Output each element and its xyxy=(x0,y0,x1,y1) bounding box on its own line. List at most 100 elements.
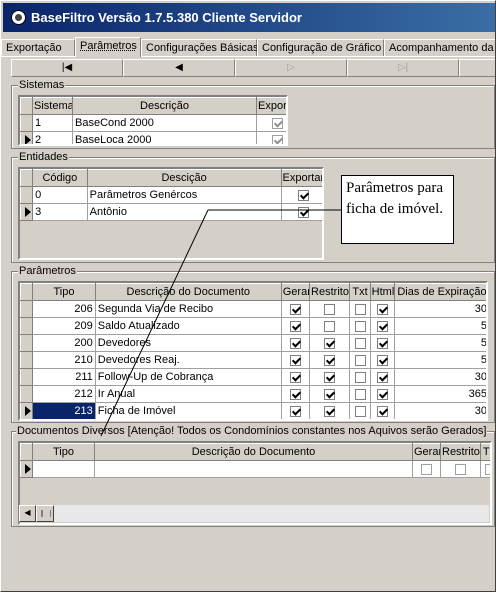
txt-cell[interactable] xyxy=(349,351,371,369)
tipo-cell[interactable]: 212 xyxy=(32,385,96,403)
gerar-checkbox[interactable] xyxy=(289,388,301,400)
tipo-cell[interactable]: 200 xyxy=(32,334,96,352)
exportar-checkbox[interactable] xyxy=(297,206,309,218)
scroll-left-button[interactable]: ◀ xyxy=(19,505,36,522)
nav-last-button[interactable]: ▷| xyxy=(347,59,459,77)
tab-acompanhamento[interactable]: Acompanhamento da xyxy=(384,39,495,57)
exportar-cell[interactable] xyxy=(281,186,322,204)
descricao-cell[interactable]: BaseLoca 2000 xyxy=(72,131,257,144)
dias-expiracao-cell[interactable]: 30 xyxy=(394,300,486,318)
html-checkbox[interactable] xyxy=(376,405,388,417)
horizontal-scrollbar[interactable]: ◀ xyxy=(19,505,489,522)
restrito-checkbox[interactable] xyxy=(324,337,336,349)
col-header-html[interactable]: Html xyxy=(369,283,395,301)
col-header-descricao-documento[interactable]: Descrição do Documento xyxy=(94,283,282,301)
table-row[interactable]: 212 Ir Anual 365 xyxy=(20,385,486,403)
table-row[interactable]: 200 Devedores 5 xyxy=(20,334,486,352)
table-row[interactable]: 210 Devedores Reaj. 5 xyxy=(20,351,486,369)
tipo-cell[interactable]: 210 xyxy=(32,351,96,369)
col-header-exportar[interactable]: Exportar xyxy=(256,97,286,115)
nav-next-button[interactable]: ▷ xyxy=(235,59,347,77)
txt-cell[interactable] xyxy=(349,368,371,386)
entidades-grid[interactable]: Código Descição Exportar 0 Parâmetros Ge… xyxy=(18,167,324,260)
gerar-cell[interactable] xyxy=(281,402,311,419)
html-checkbox[interactable] xyxy=(376,371,388,383)
html-cell[interactable] xyxy=(370,402,395,419)
table-row[interactable]: 2 BaseLoca 2000 xyxy=(20,131,286,144)
dias-expiracao-cell[interactable]: 365 xyxy=(394,385,486,403)
descricao-cell[interactable]: Saldo Atualizado xyxy=(95,317,282,335)
restrito-cell[interactable] xyxy=(309,351,351,369)
restrito-cell[interactable] xyxy=(309,402,351,419)
codigo-cell[interactable]: 0 xyxy=(32,186,88,204)
descricao-cell[interactable]: Devedores Reaj. xyxy=(95,351,282,369)
dias-expiracao-cell[interactable]: 5 xyxy=(394,334,486,352)
sistema-cell[interactable]: 2 xyxy=(32,131,73,144)
tab-configuracao-grafico[interactable]: Configuração de Gráfico xyxy=(257,39,384,57)
col-header-descricao[interactable]: Descrição xyxy=(72,97,257,115)
gerar-cell[interactable] xyxy=(281,368,311,386)
col-header-restrito[interactable]: Restrito xyxy=(440,443,481,461)
tab-configuracoes-basicas[interactable]: Configurações Básicas xyxy=(141,39,259,57)
gerar-checkbox[interactable] xyxy=(289,354,301,366)
txt-checkbox[interactable] xyxy=(354,303,366,315)
col-header-descricao-documento[interactable]: Descrição do Documento xyxy=(94,443,413,461)
table-row[interactable] xyxy=(20,460,490,478)
descricao-cell[interactable]: Ficha de Imóvel xyxy=(95,402,282,419)
sistema-cell[interactable]: 1 xyxy=(32,114,73,132)
txt-cell[interactable] xyxy=(349,334,371,352)
descricao-cell[interactable]: Segunda Via de Recibo xyxy=(95,300,282,318)
html-cell[interactable] xyxy=(370,334,395,352)
codigo-cell[interactable]: 3 xyxy=(32,203,88,221)
sistemas-grid[interactable]: Sistema Descrição Exportar 1 BaseCond 20… xyxy=(18,95,288,146)
descricao-cell[interactable]: BaseCond 2000 xyxy=(72,114,257,132)
tab-parametros[interactable]: Parâmetros xyxy=(75,37,141,57)
restrito-checkbox[interactable] xyxy=(324,303,336,315)
txt-cell[interactable] xyxy=(349,300,371,318)
gerar-checkbox[interactable] xyxy=(289,371,301,383)
html-cell[interactable] xyxy=(370,368,395,386)
html-cell[interactable] xyxy=(370,351,395,369)
dias-expiracao-cell[interactable]: 30 xyxy=(394,402,486,419)
exportar-checkbox[interactable] xyxy=(297,189,309,201)
tipo-cell[interactable]: 206 xyxy=(32,300,96,318)
gerar-cell[interactable] xyxy=(281,385,311,403)
txt-checkbox[interactable] xyxy=(354,354,366,366)
col-header-descicao[interactable]: Descição xyxy=(86,169,282,187)
nav-extra-button[interactable] xyxy=(459,59,495,77)
col-header-dias-expiracao[interactable]: Dias de Expiração xyxy=(393,283,486,301)
restrito-cell[interactable] xyxy=(309,317,351,335)
restrito-cell[interactable] xyxy=(309,300,351,318)
txt-checkbox[interactable] xyxy=(354,405,366,417)
descricao-cell[interactable]: Ir Anual xyxy=(95,385,282,403)
tipo-cell[interactable]: 213 xyxy=(32,402,96,419)
restrito-cell[interactable] xyxy=(309,334,351,352)
gerar-cell[interactable] xyxy=(281,334,311,352)
txt-checkbox[interactable] xyxy=(354,320,366,332)
restrito-checkbox[interactable] xyxy=(324,371,336,383)
exportar-checkbox[interactable] xyxy=(272,134,283,144)
gerar-checkbox[interactable] xyxy=(289,405,301,417)
col-header-exportar[interactable]: Exportar xyxy=(280,169,322,187)
gerar-cell[interactable] xyxy=(281,317,311,335)
html-cell[interactable] xyxy=(370,385,395,403)
restrito-cell[interactable] xyxy=(309,385,351,403)
html-checkbox[interactable] xyxy=(376,303,388,315)
exportar-checkbox[interactable] xyxy=(272,117,283,129)
txt-cell[interactable] xyxy=(349,317,371,335)
html-checkbox[interactable] xyxy=(376,388,388,400)
table-row[interactable]: 211 Follow-Up de Cobrança 30 xyxy=(20,368,486,386)
gerar-checkbox[interactable] xyxy=(289,337,301,349)
col-header-gerar[interactable]: Gerar xyxy=(280,283,311,301)
tab-exportacao[interactable]: Exportação xyxy=(1,39,75,57)
restrito-checkbox[interactable] xyxy=(455,463,466,475)
title-bar[interactable]: BaseFiltro Versão 1.7.5.380 Cliente Serv… xyxy=(3,3,495,32)
txt-cell[interactable] xyxy=(349,402,371,419)
txt-cell[interactable] xyxy=(349,385,371,403)
gerar-cell[interactable] xyxy=(281,300,311,318)
dias-expiracao-cell[interactable]: 30 xyxy=(394,368,486,386)
parametros-grid[interactable]: Tipo Descrição do Documento Gerar Restri… xyxy=(18,281,488,421)
html-checkbox[interactable] xyxy=(376,337,388,349)
html-cell[interactable] xyxy=(370,317,395,335)
gerar-checkbox[interactable] xyxy=(289,320,301,332)
